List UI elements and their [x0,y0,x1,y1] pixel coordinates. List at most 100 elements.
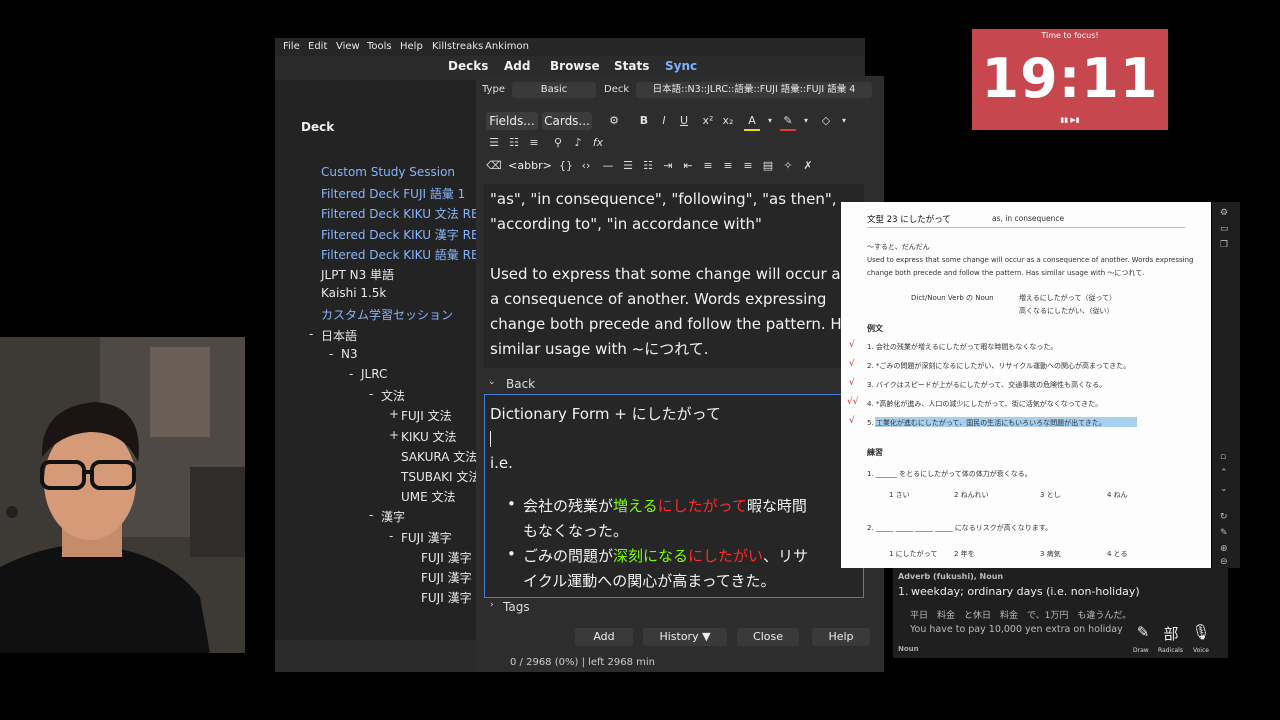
italic-icon[interactable]: I [656,113,672,129]
deck-item[interactable]: カスタム学習セッション [321,306,453,323]
voice-label[interactable]: Voice [1193,647,1209,654]
deck-item[interactable]: N3 [341,347,358,361]
chevron-down-icon[interactable]: ▾ [798,113,814,129]
bold-icon[interactable]: B [636,113,652,129]
menu-edit[interactable]: Edit [308,41,327,52]
close-button[interactable]: Close [737,628,799,646]
deck-item[interactable]: KIKU 文法 [401,428,457,445]
list-icon[interactable]: ☰ [620,158,636,174]
menu-tools[interactable]: Tools [367,41,392,52]
voice-icon[interactable]: 🎙 [1191,623,1211,641]
menu-killstreaks[interactable]: Killstreaks [432,41,483,52]
deck-item[interactable]: SAKURA 文法 [401,448,477,465]
deck-item[interactable]: FUJI 漢字 [421,569,472,586]
formula-icon[interactable]: fx [590,135,606,151]
radicals-label[interactable]: Radicals [1158,647,1183,654]
chevron-down-icon[interactable]: ▾ [762,113,778,129]
collapse-icon[interactable]: - [329,347,333,361]
deck-item[interactable]: UME 文法 [401,488,456,505]
edit-icon[interactable]: ✎ [1220,528,1228,538]
tags-row[interactable]: › Tags [484,600,864,616]
deck-item[interactable]: FUJI 文法 [401,407,452,424]
align-icon[interactable]: ≡ [526,135,542,151]
front-field[interactable]: "as", "in consequence", "following", "as… [484,184,864,368]
nav-browse[interactable]: Browse [550,59,600,73]
align-left-icon[interactable]: ≡ [720,158,736,174]
menu-help[interactable]: Help [400,41,423,52]
subscript-icon[interactable]: x₂ [720,113,736,129]
fields-button[interactable]: Fields... [486,112,538,130]
list-icon[interactable]: ☷ [640,158,656,174]
note-type-selector[interactable]: Basic [512,82,596,98]
collapse-icon[interactable]: - [369,387,373,401]
deck-item[interactable]: JLRC [361,367,387,381]
collapse-icon[interactable]: - [369,508,373,522]
bookmark-icon[interactable]: ▭ [1220,224,1229,234]
zoom-in-icon[interactable]: ⊕ [1220,544,1228,554]
menu-file[interactable]: File [283,41,300,52]
back-field[interactable]: Dictionary Form + にしたがって i.e. • 会社の残業が増え… [484,394,864,598]
deck-item[interactable]: Kaishi 1.5k [321,286,386,300]
deck-item[interactable]: Filtered Deck KIKU 語彙 RED [321,246,488,263]
page-icon[interactable]: ▫ [1220,452,1226,462]
nav-stats[interactable]: Stats [614,59,649,73]
bullet-list-icon[interactable]: ☰ [486,135,502,151]
deck-item[interactable]: Filtered Deck KIKU 文法 RED [321,205,488,222]
cards-button[interactable]: Cards... [542,112,592,130]
underline-icon[interactable]: U [676,113,692,129]
code-icon[interactable]: ‹› [578,158,594,174]
highlight-icon[interactable]: ✎ [780,113,796,131]
deck-item[interactable]: 日本語 [321,327,357,344]
back-field-header[interactable]: ⌄ Back [484,374,864,394]
align-center-icon[interactable]: ≡ [700,158,716,174]
nav-sync[interactable]: Sync [665,59,697,73]
history-button[interactable]: History ▼ [643,628,727,646]
nav-add[interactable]: Add [504,59,530,73]
align-right-icon[interactable]: ≡ [740,158,756,174]
menu-view[interactable]: View [336,41,360,52]
draw-label[interactable]: Draw [1133,647,1149,654]
hr-icon[interactable]: — [600,158,616,174]
timer-controls[interactable]: ▮▮ ▶▮ [972,116,1168,124]
add-button[interactable]: Add [575,628,633,646]
clear-format-icon[interactable]: ⌫ [486,158,502,174]
collapse-icon[interactable]: - [389,529,393,543]
outdent-icon[interactable]: ⇤ [680,158,696,174]
collapse-icon[interactable]: - [309,327,313,341]
deck-item[interactable]: JLPT N3 単語 [321,266,394,283]
superscript-icon[interactable]: x² [700,113,716,129]
numbered-list-icon[interactable]: ☷ [506,135,522,151]
menu-ankimon[interactable]: Ankimon [485,41,529,52]
deck-item[interactable]: Filtered Deck FUJI 語彙 1 [321,185,465,202]
justify-icon[interactable]: ▤ [760,158,776,174]
settings-icon[interactable]: ⚙ [1220,208,1228,218]
braces-icon[interactable]: {} [558,158,574,174]
deck-item[interactable]: 漢字 [381,508,405,525]
text-color-icon[interactable]: A [744,113,760,131]
chevron-up-icon[interactable]: ⌃ [1220,468,1228,478]
deck-item[interactable]: Custom Study Session [321,165,455,179]
eraser-icon[interactable]: ◇ [818,113,834,129]
refresh-icon[interactable]: ↻ [1220,512,1228,522]
expand-icon[interactable]: + [389,407,399,421]
zoom-out-icon[interactable]: ⊖ [1220,557,1228,567]
expand-icon[interactable]: + [389,428,399,442]
indent-icon[interactable]: ⇥ [660,158,676,174]
gear-icon[interactable]: ⚙ [606,113,622,129]
chevron-down-icon[interactable]: ⌄ [488,377,496,387]
microphone-icon[interactable]: ♪ [570,135,586,151]
draw-icon[interactable]: ✎ [1133,623,1153,641]
deck-item[interactable]: FUJI 漢字 [421,549,472,566]
help-button[interactable]: Help [812,628,870,646]
collapse-icon[interactable]: - [349,367,353,381]
chevron-down-icon[interactable]: ⌄ [1220,484,1228,494]
abbr-button[interactable]: <abbr> [506,157,554,175]
chevron-right-icon[interactable]: › [490,600,494,610]
deck-selector[interactable]: 日本語::N3::JLRC::語彙::FUJI 語彙::FUJI 語彙 4 [636,82,872,98]
attachment-icon[interactable]: ⚲ [550,135,566,151]
deck-item[interactable]: 文法 [381,387,405,404]
nav-decks[interactable]: Decks [448,59,488,73]
deck-item[interactable]: FUJI 漢字 [421,589,472,606]
deck-item[interactable]: Filtered Deck KIKU 漢字 RED [321,226,488,243]
copy-icon[interactable]: ❐ [1220,240,1228,250]
